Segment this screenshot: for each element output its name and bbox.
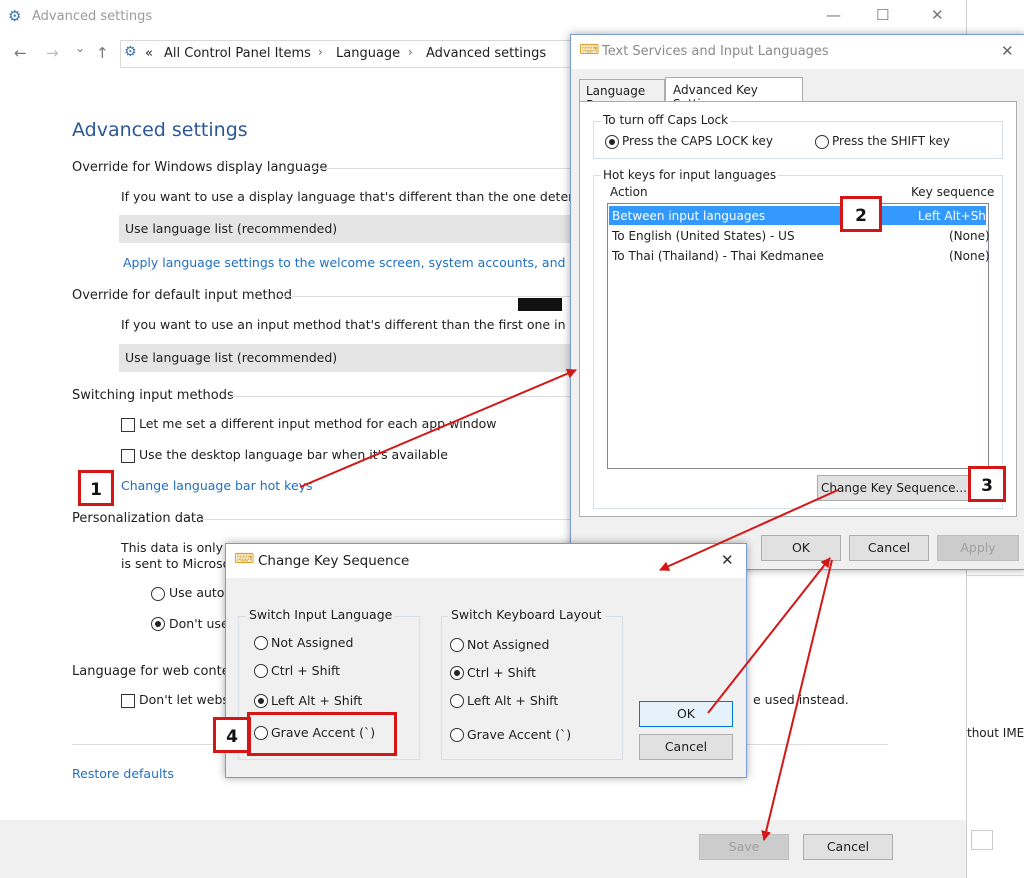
arrow-to-text-services <box>299 368 577 488</box>
arrow-to-change-key-sequence <box>659 489 839 571</box>
annotation-arrows <box>299 368 839 841</box>
arrow-to-tsil-ok <box>707 557 831 714</box>
arrow-to-save <box>761 559 833 841</box>
